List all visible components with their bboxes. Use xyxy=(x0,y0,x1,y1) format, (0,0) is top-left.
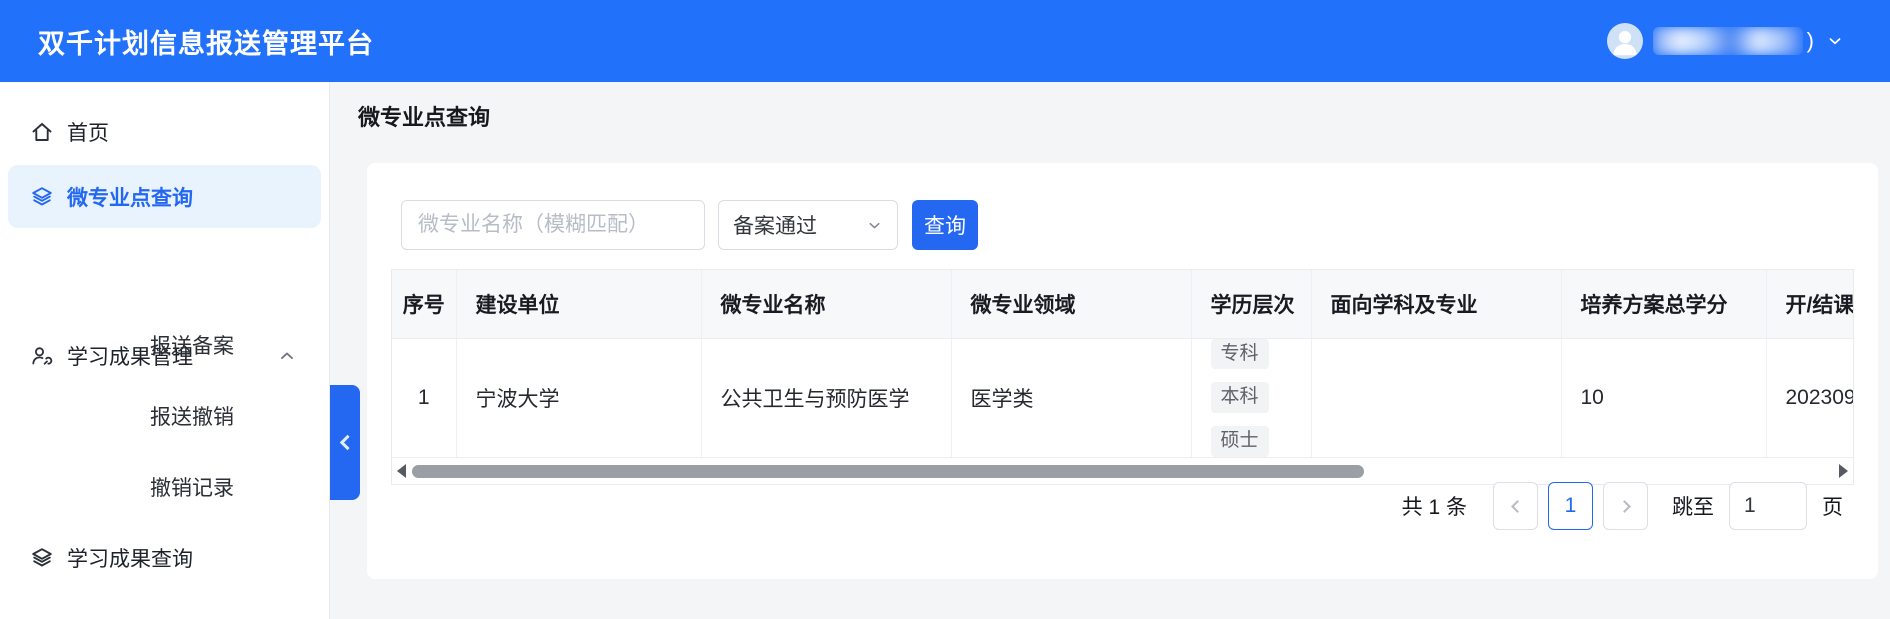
page-title: 微专业点查询 xyxy=(358,100,490,132)
level-tag: 本科 xyxy=(1211,382,1269,413)
user-name-suffix: ) xyxy=(1807,28,1814,54)
scroll-right-arrow-icon[interactable] xyxy=(1839,464,1848,478)
col-header-levels: 学历层次 xyxy=(1191,270,1311,338)
scroll-left-arrow-icon[interactable] xyxy=(397,464,406,478)
table-header-row: 序号 建设单位 微专业名称 微专业领域 学历层次 面向学科及专业 培养方案总学分… xyxy=(392,270,1854,338)
chevron-down-icon xyxy=(866,217,883,234)
home-icon xyxy=(30,120,54,144)
cell-org: 宁波大学 xyxy=(456,338,701,458)
sidebar-subitem-report-revoke[interactable]: 报送撤销 xyxy=(150,396,234,436)
col-header-org: 建设单位 xyxy=(456,270,701,338)
sidebar-item-micro-major-query[interactable]: 微专业点查询 xyxy=(8,165,321,228)
next-page-button[interactable] xyxy=(1603,482,1648,530)
page-1-button[interactable]: 1 xyxy=(1548,482,1593,530)
sidebar-subitem-revoke-records[interactable]: 撤销记录 xyxy=(150,467,234,507)
app-header: 双千计划信息报送管理平台 ) xyxy=(0,0,1890,82)
sidebar-item-label: 学习成果查询 xyxy=(67,543,193,573)
col-header-name: 微专业名称 xyxy=(701,270,951,338)
sidebar-item-label: 首页 xyxy=(67,117,109,147)
pagination: 共 1 条 1 跳至 页 xyxy=(1402,482,1843,530)
chevron-right-icon xyxy=(1618,500,1631,513)
app-title: 双千计划信息报送管理平台 xyxy=(38,22,374,61)
sidebar-item-label: 微专业点查询 xyxy=(67,182,193,212)
jump-page-input[interactable] xyxy=(1729,482,1807,530)
micro-major-name-input[interactable] xyxy=(401,200,705,250)
col-header-majors: 面向学科及专业 xyxy=(1311,270,1561,338)
chevron-left-icon xyxy=(1511,500,1524,513)
cell-name: 公共卫生与预防医学 xyxy=(701,338,951,458)
cell-schedule: 202309 xyxy=(1766,338,1854,458)
sidebar-item-home[interactable]: 首页 xyxy=(8,100,321,163)
cell-majors xyxy=(1311,338,1561,458)
results-table: 序号 建设单位 微专业名称 微专业领域 学历层次 面向学科及专业 培养方案总学分… xyxy=(391,269,1854,485)
col-header-schedule: 开/结课 xyxy=(1766,270,1854,338)
cell-levels: 专科 本科 硕士 xyxy=(1191,338,1311,458)
level-tag: 硕士 xyxy=(1211,426,1269,457)
cell-credits: 10 xyxy=(1561,338,1766,458)
sidebar-subitem-label: 报送备案 xyxy=(150,330,234,360)
avatar xyxy=(1607,23,1643,59)
page-number: 1 xyxy=(1565,494,1577,518)
sidebar-subitem-report-filing[interactable]: 报送备案 xyxy=(150,325,234,365)
page-unit-label: 页 xyxy=(1822,491,1843,521)
col-header-index: 序号 xyxy=(392,270,456,338)
chevron-down-icon xyxy=(1826,32,1844,50)
jump-to-label: 跳至 xyxy=(1672,491,1714,521)
table-row: 1 宁波大学 公共卫生与预防医学 医学类 专科 本科 硕士 10 202309 xyxy=(392,338,1854,458)
total-count: 共 1 条 xyxy=(1402,491,1467,521)
horizontal-scrollbar[interactable] xyxy=(392,458,1853,484)
sidebar-item-learning-outcome-query[interactable]: 学习成果查询 xyxy=(8,526,321,589)
level-tag: 专科 xyxy=(1211,339,1269,370)
col-header-credits: 培养方案总学分 xyxy=(1561,270,1766,338)
col-header-field: 微专业领域 xyxy=(951,270,1191,338)
user-manage-icon xyxy=(30,344,54,368)
layers-icon xyxy=(30,185,54,209)
sidebar: 首页 微专业点查询 学习成果管理 报送备案 报送撤销 撤销记录 xyxy=(0,82,330,619)
scrollbar-thumb[interactable] xyxy=(412,465,1364,478)
query-button[interactable]: 查询 xyxy=(912,200,978,250)
cell-field: 医学类 xyxy=(951,338,1191,458)
content-card: 备案通过 查询 序号 建设单位 微专业名称 微专业领域 学历层次 面向学科及专业 xyxy=(367,163,1878,579)
cell-index: 1 xyxy=(392,338,456,458)
sidebar-collapse-button[interactable] xyxy=(330,385,360,500)
sidebar-subitem-label: 报送撤销 xyxy=(150,401,234,431)
status-select-value: 备案通过 xyxy=(733,210,817,240)
sidebar-subitem-label: 撤销记录 xyxy=(150,472,234,502)
user-icon xyxy=(1607,23,1643,59)
chevron-up-icon[interactable] xyxy=(277,346,297,366)
search-bar: 备案通过 查询 xyxy=(401,200,978,250)
chevron-left-icon xyxy=(339,435,355,451)
status-select[interactable]: 备案通过 xyxy=(718,200,898,250)
user-name-redacted xyxy=(1653,27,1803,55)
prev-page-button[interactable] xyxy=(1493,482,1538,530)
layers-icon xyxy=(30,546,54,570)
user-menu[interactable]: ) xyxy=(1607,0,1844,82)
